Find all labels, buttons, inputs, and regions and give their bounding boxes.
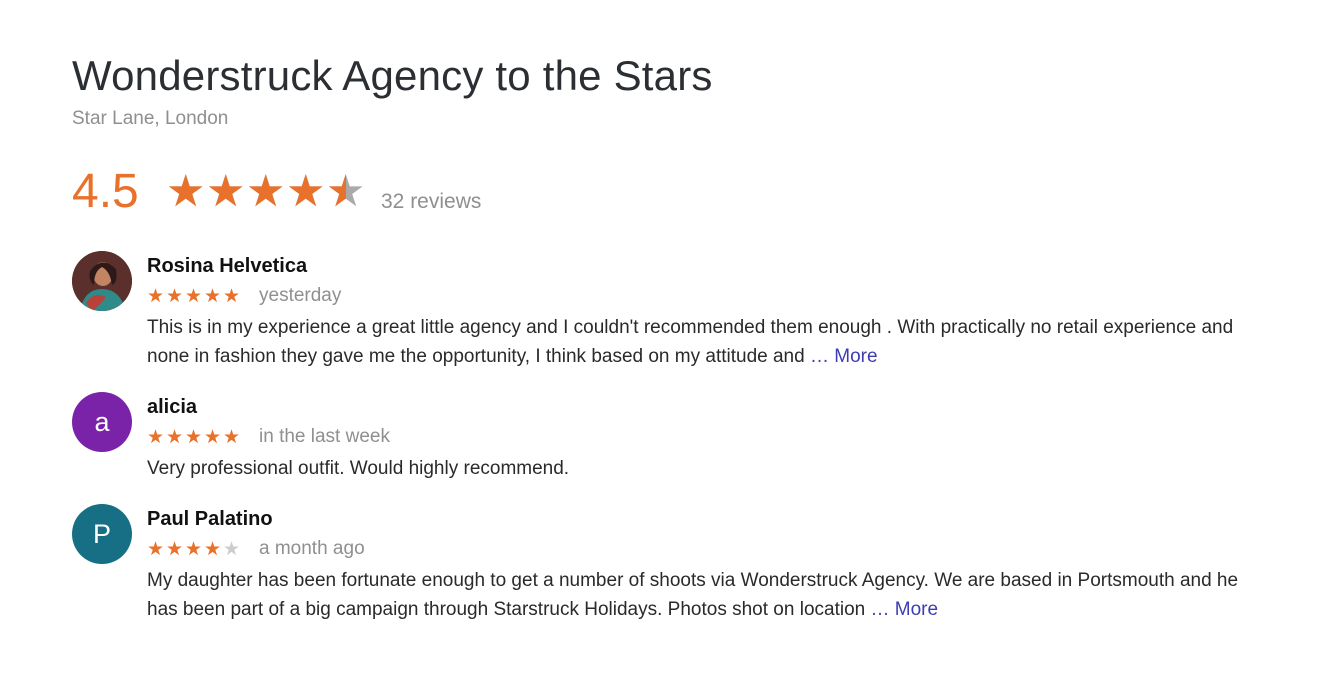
more-link[interactable]: … More xyxy=(810,346,878,367)
star-fill: ★ xyxy=(286,170,326,214)
review-stars: ★ ★ ★ ★ ★ xyxy=(147,285,242,307)
review-date: in the last week xyxy=(259,426,390,447)
star-icon: ★ xyxy=(185,285,203,307)
star-icon: ★ xyxy=(204,285,222,307)
avatar-letter: P xyxy=(92,518,111,549)
review-date: yesterday xyxy=(259,285,342,306)
reviewer-avatar[interactable]: P xyxy=(72,504,132,564)
business-address: Star Lane, London xyxy=(72,108,229,129)
review-text: Very professional outfit. Would highly r… xyxy=(147,454,1257,483)
star-icon: ★ xyxy=(223,426,241,448)
rating-summary: 4.5 ★ ★ ★ ★ ★ ★ ★ ★ ★ ★ 32 reviews xyxy=(72,163,772,223)
reviewer-avatar[interactable] xyxy=(72,251,132,311)
star-icon: ★ ★ xyxy=(326,166,366,217)
review-text: This is in my experience a great little … xyxy=(147,313,1257,371)
reviewer-name[interactable]: Paul Palatino xyxy=(147,507,273,531)
star-icon: ★ xyxy=(223,538,241,560)
star-icon: ★ xyxy=(147,538,165,560)
rating-value: 4.5 xyxy=(72,165,139,218)
review-count-link[interactable]: 32 reviews xyxy=(381,189,481,215)
star-fill: ★ xyxy=(206,170,246,214)
avatar-letter: a xyxy=(94,406,110,437)
business-title: Wonderstruck Agency to the Stars xyxy=(72,52,713,99)
star-icon: ★ xyxy=(166,426,184,448)
reviewer-name[interactable]: Rosina Helvetica xyxy=(147,254,307,278)
star-icon: ★ xyxy=(204,426,222,448)
star-fill: ★ xyxy=(166,170,206,214)
star-icon: ★ ★ xyxy=(166,166,206,217)
star-icon: ★ xyxy=(166,538,184,560)
review-text: My daughter has been fortunate enough to… xyxy=(147,566,1257,624)
review-body: Very professional outfit. Would highly r… xyxy=(147,458,570,479)
reviewer-avatar[interactable]: a xyxy=(72,392,132,452)
star-fill: ★ xyxy=(246,170,286,214)
star-icon: ★ ★ xyxy=(286,166,326,217)
star-icon: ★ xyxy=(147,426,165,448)
review-body: This is in my experience a great little … xyxy=(147,317,1234,367)
star-icon: ★ ★ xyxy=(246,166,286,217)
star-icon: ★ xyxy=(223,285,241,307)
star-fill: ★ xyxy=(326,170,346,214)
rating-stars: ★ ★ ★ ★ ★ ★ ★ ★ ★ ★ xyxy=(166,170,366,214)
review-stars: ★ ★ ★ ★ ★ xyxy=(147,538,242,560)
review-date: a month ago xyxy=(259,538,365,559)
star-icon: ★ xyxy=(166,285,184,307)
more-link[interactable]: … More xyxy=(871,599,939,620)
star-icon: ★ xyxy=(185,538,203,560)
star-icon: ★ xyxy=(185,426,203,448)
star-icon: ★ xyxy=(204,538,222,560)
user-photo-icon xyxy=(72,251,132,311)
review-body: My daughter has been fortunate enough to… xyxy=(147,570,1239,620)
star-icon: ★ xyxy=(147,285,165,307)
reviewer-name[interactable]: alicia xyxy=(147,395,197,419)
review-stars: ★ ★ ★ ★ ★ xyxy=(147,426,242,448)
star-icon: ★ ★ xyxy=(206,166,246,217)
